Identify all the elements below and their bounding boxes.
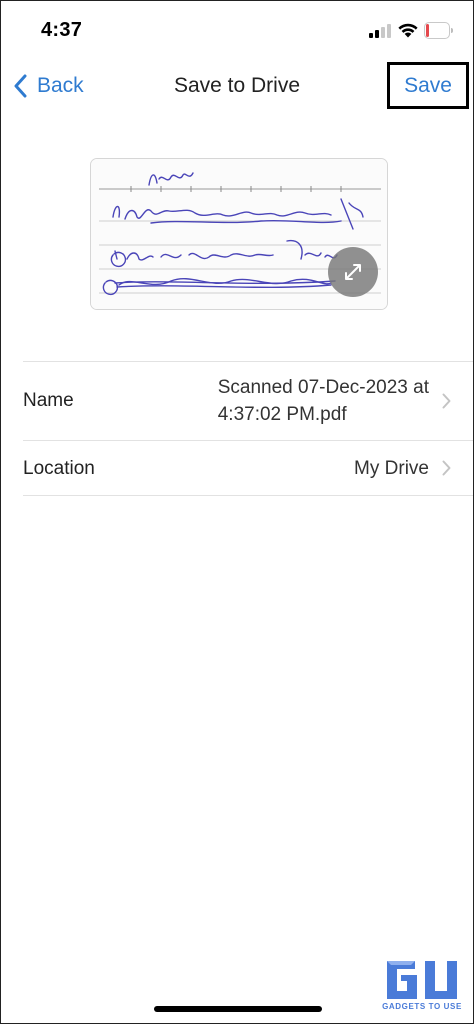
name-row[interactable]: Name Scanned 07-Dec-2023 at 4:37:02 PM.p… <box>1 362 473 440</box>
file-name-value: Scanned 07-Dec-2023 at 4:37:02 PM.pdf <box>218 374 429 428</box>
battery-level: 12 <box>431 24 445 38</box>
battery-cap <box>451 28 453 33</box>
battery-body: 12 <box>424 22 450 39</box>
name-label: Name <box>23 390 74 411</box>
back-label: Back <box>37 74 84 97</box>
wifi-icon <box>398 23 418 38</box>
row-divider <box>23 495 473 496</box>
location-label: Location <box>23 458 95 479</box>
save-button[interactable]: Save <box>387 62 469 109</box>
gadgets-to-use-logo-icon <box>387 961 457 999</box>
expand-icon <box>345 264 361 280</box>
cellular-signal-icon <box>369 24 391 38</box>
file-name-line-1: Scanned 07-Dec-2023 at <box>217 377 429 398</box>
screen: 4:37 12 Back Save to Drive Save Name Sca… <box>0 0 474 1024</box>
location-value: My Drive <box>354 458 429 479</box>
chevron-right-icon <box>442 393 451 409</box>
battery-icon: 12 <box>424 22 454 39</box>
chevron-left-icon <box>14 74 27 98</box>
status-time: 4:37 <box>41 19 83 41</box>
back-button[interactable]: Back <box>13 71 84 101</box>
watermark-text: GADGETS TO USE <box>382 1002 462 1011</box>
status-bar: 4:37 12 <box>1 1 473 57</box>
location-row[interactable]: Location My Drive <box>1 441 473 495</box>
home-indicator[interactable] <box>154 1006 322 1012</box>
page-title: Save to Drive <box>173 74 301 97</box>
file-name-line-2: 4:37:02 PM.pdf <box>217 404 347 425</box>
navigation-bar: Back Save to Drive Save <box>1 61 473 113</box>
expand-preview-button[interactable] <box>328 247 378 297</box>
watermark-logo: GADGETS TO USE <box>381 957 463 1015</box>
chevron-right-icon <box>442 460 451 476</box>
save-label: Save <box>404 73 452 97</box>
